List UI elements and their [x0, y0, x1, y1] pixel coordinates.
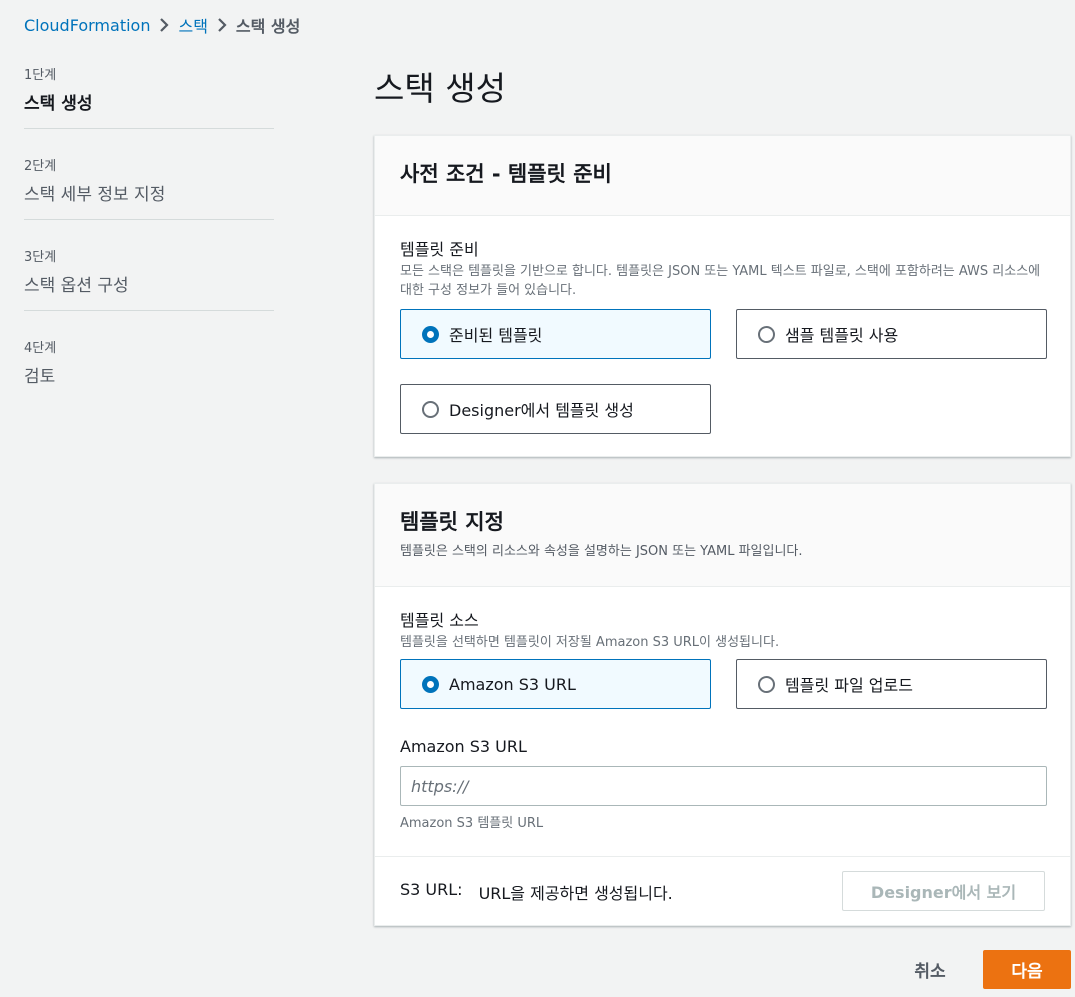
option-label: 템플릿 파일 업로드	[785, 676, 913, 695]
option-sample-template[interactable]: 샘플 템플릿 사용	[736, 309, 1047, 359]
wizard-step-4: 4단계 검토	[24, 311, 274, 401]
view-in-designer-button[interactable]: Designer에서 보기	[842, 871, 1045, 911]
next-button[interactable]: 다음	[983, 950, 1071, 989]
step-title: 검토	[24, 367, 56, 387]
option-template-ready[interactable]: 준비된 템플릿	[400, 309, 711, 359]
option-label: 샘플 템플릿 사용	[785, 326, 899, 345]
s3-url-value: URL을 제공하면 생성됩니다.	[478, 884, 673, 903]
option-label: Designer에서 템플릿 생성	[449, 401, 634, 420]
breadcrumb-current: 스택 생성	[235, 17, 301, 36]
chevron-right-icon	[150, 17, 178, 33]
cancel-button[interactable]: 취소	[898, 950, 962, 988]
step-title: 스택 옵션 구성	[24, 276, 129, 296]
breadcrumb: CloudFormation 스택 스택 생성	[24, 12, 300, 38]
wizard-step-2: 2단계 스택 세부 정보 지정	[24, 129, 274, 220]
option-label: 준비된 템플릿	[449, 326, 543, 345]
s3-url-footer: S3 URL: URL을 제공하면 생성됩니다. Designer에서 보기	[375, 856, 1070, 926]
wizard-steps: 1단계 스택 생성 2단계 스택 세부 정보 지정 3단계 스택 옵션 구성 4…	[24, 62, 274, 401]
field-description: 템플릿을 선택하면 템플릿이 저장될 Amazon S3 URL이 생성됩니다.	[400, 635, 780, 650]
template-source-field: 템플릿 소스 템플릿을 선택하면 템플릿이 저장될 Amazon S3 URL이…	[400, 607, 1050, 652]
step-title: 스택 생성	[24, 94, 93, 114]
option-upload-template-file[interactable]: 템플릿 파일 업로드	[736, 659, 1047, 709]
radio-selected-icon	[422, 675, 439, 693]
radio-icon	[758, 325, 775, 343]
option-designer-template[interactable]: Designer에서 템플릿 생성	[400, 384, 711, 434]
field-label: 템플릿 준비	[400, 240, 479, 259]
panel-header: 템플릿 지정 템플릿은 스택의 리소스와 속성을 설명하는 JSON 또는 YA…	[375, 484, 1070, 587]
step-title: 스택 세부 정보 지정	[24, 185, 166, 205]
panel-title: 사전 조건 - 템플릿 준비	[400, 162, 612, 186]
panel-header: 사전 조건 - 템플릿 준비	[375, 136, 1070, 216]
step-number: 4단계	[24, 341, 57, 356]
step-number: 3단계	[24, 250, 57, 265]
field-description: 모든 스택은 템플릿을 기반으로 합니다. 템플릿은 JSON 또는 YAML …	[400, 264, 1041, 298]
option-amazon-s3-url[interactable]: Amazon S3 URL	[400, 659, 711, 709]
prepare-template-field: 템플릿 준비 모든 스택은 템플릿을 기반으로 합니다. 템플릿은 JSON 또…	[400, 236, 1050, 300]
specify-template-panel: 템플릿 지정 템플릿은 스택의 리소스와 속성을 설명하는 JSON 또는 YA…	[374, 483, 1071, 926]
panel-title: 템플릿 지정	[400, 510, 504, 534]
s3-url-input[interactable]	[400, 766, 1047, 806]
page-title: 스택 생성	[374, 69, 506, 108]
s3-url-key: S3 URL:	[400, 880, 463, 899]
breadcrumb-link-stacks[interactable]: 스택	[178, 13, 207, 37]
s3-url-status: S3 URL: URL을 제공하면 생성됩니다.	[400, 880, 673, 904]
step-number: 1단계	[24, 68, 57, 83]
s3-url-label: Amazon S3 URL	[400, 737, 527, 756]
prerequisite-panel: 사전 조건 - 템플릿 준비 템플릿 준비 모든 스택은 템플릿을 기반으로 합…	[374, 135, 1071, 457]
radio-selected-icon	[422, 325, 439, 343]
chevron-right-icon	[208, 17, 236, 33]
breadcrumb-link-cloudformation[interactable]: CloudFormation	[24, 16, 150, 35]
s3-url-hint: Amazon S3 템플릿 URL	[400, 816, 544, 831]
wizard-step-3: 3단계 스택 옵션 구성	[24, 220, 274, 311]
option-label: Amazon S3 URL	[449, 674, 576, 694]
radio-icon	[758, 675, 775, 693]
field-label: 템플릿 소스	[400, 611, 479, 630]
panel-description: 템플릿은 스택의 리소스와 속성을 설명하는 JSON 또는 YAML 파일입니…	[400, 544, 803, 559]
radio-icon	[422, 400, 439, 418]
step-number: 2단계	[24, 159, 57, 174]
wizard-step-1: 1단계 스택 생성	[24, 62, 274, 129]
